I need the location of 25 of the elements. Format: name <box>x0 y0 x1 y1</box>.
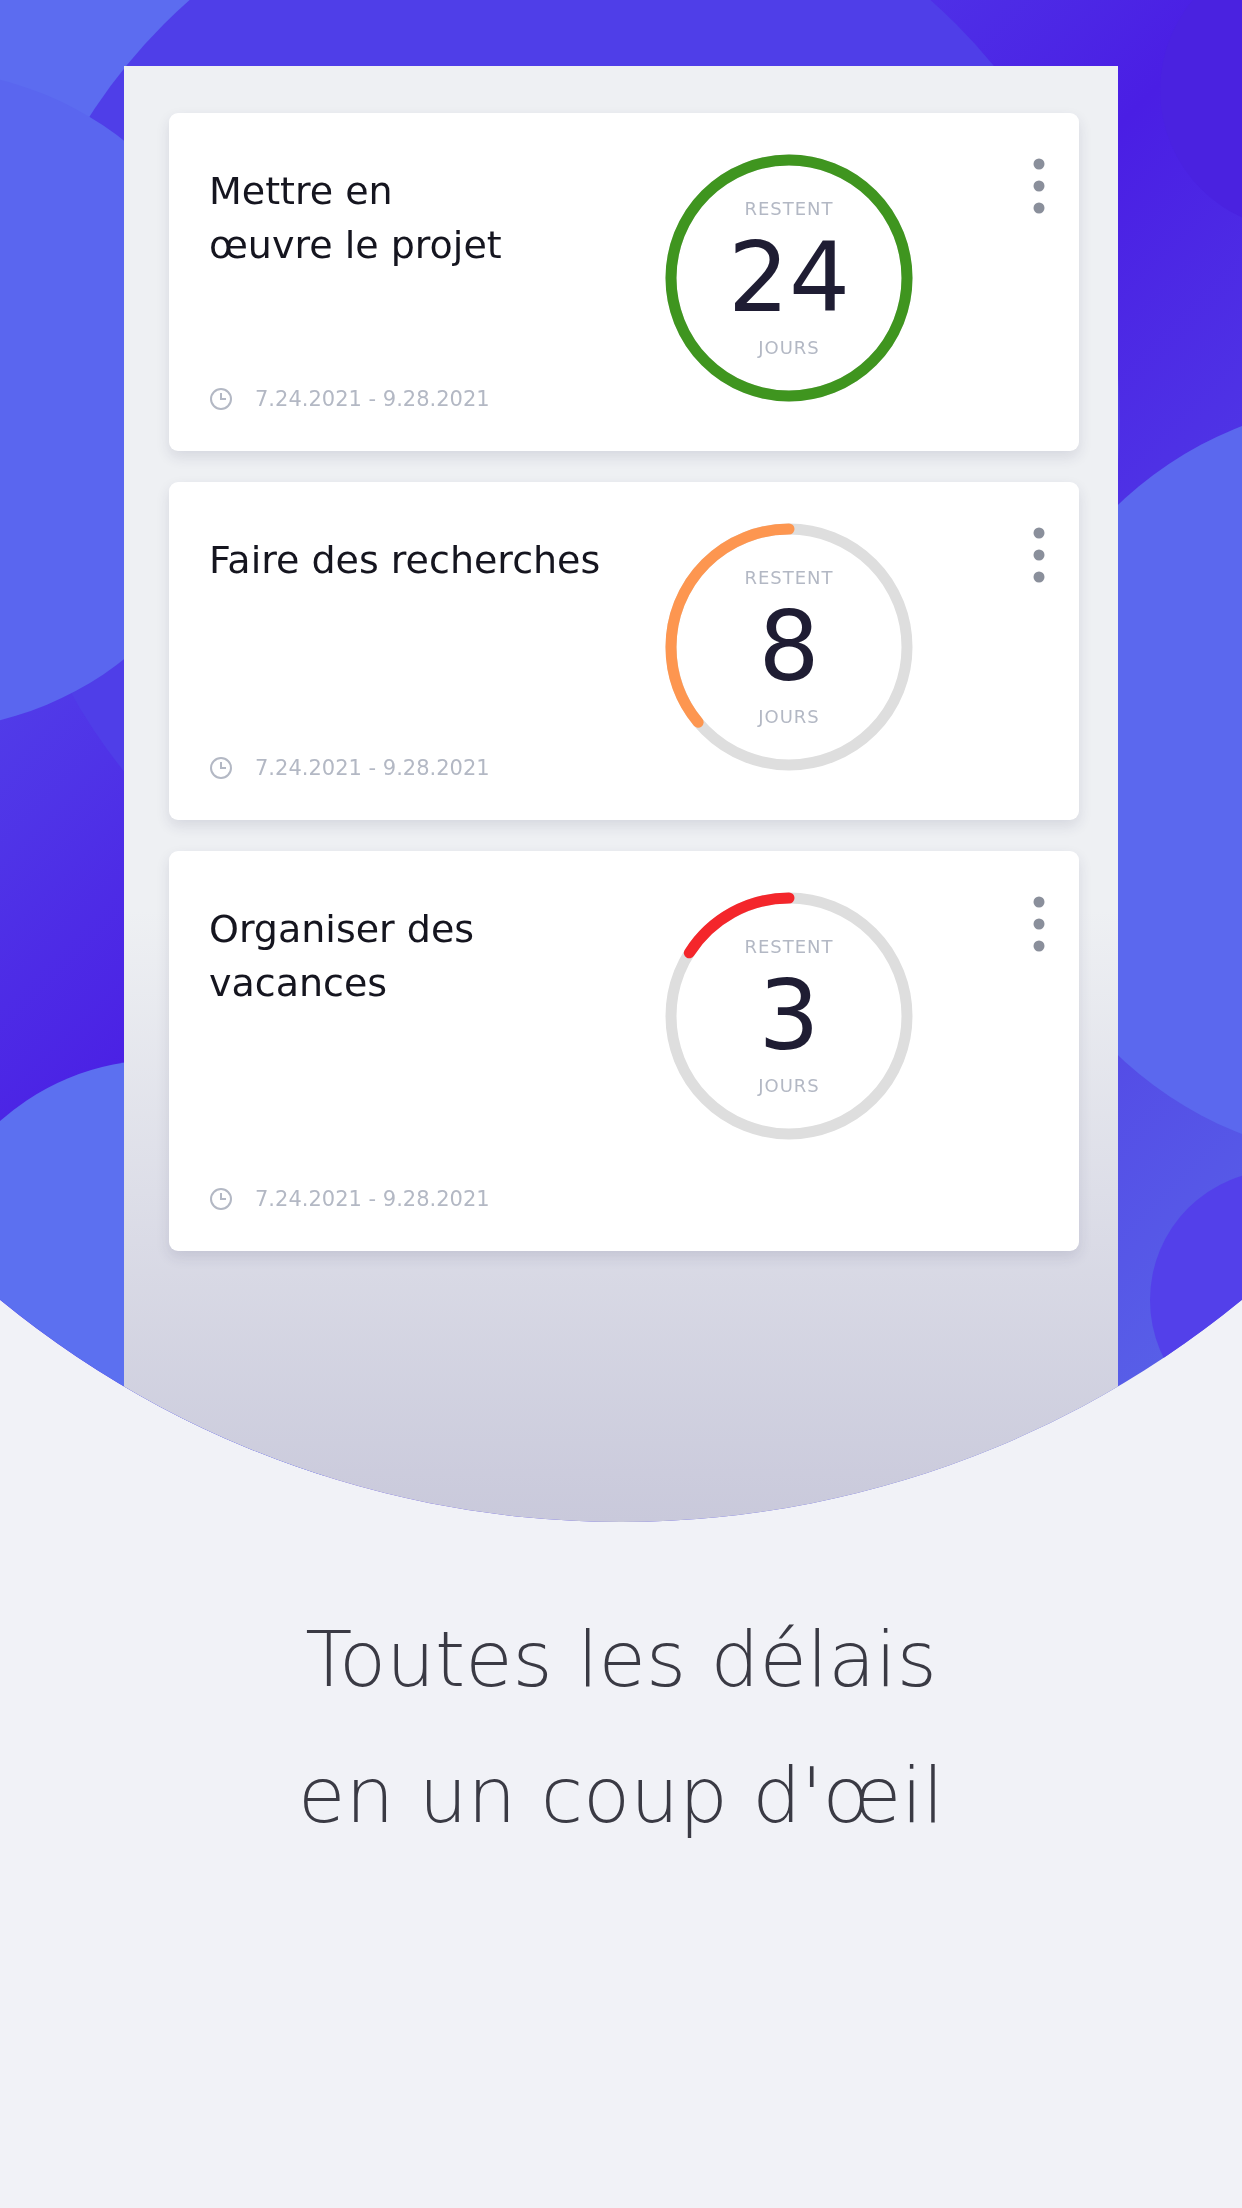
date-range: 7.24.2021 - 9.28.2021 <box>255 756 490 780</box>
task-card[interactable]: Mettre en œuvre le projet 7.24.2021 - 9.28.2021 RESTENT 24 JOURS <box>169 113 1079 451</box>
caption: Toutes les délais en un coup d'œil <box>297 1614 945 1842</box>
task-title: Faire des recherches <box>209 537 602 584</box>
remaining-label: RESTENT <box>744 198 834 219</box>
task-card[interactable]: Organiser des vacances 7.24.2021 - 9.28.2021 RESTENT 3 JOURS <box>169 851 1079 1251</box>
days-count: 8 <box>758 590 820 705</box>
days-count: 3 <box>758 959 820 1074</box>
task-title: Organiser des vacances <box>209 906 476 1007</box>
more-icon[interactable] <box>1033 896 1045 952</box>
more-icon[interactable] <box>1033 158 1045 214</box>
date-range: 7.24.2021 - 9.28.2021 <box>255 1187 490 1211</box>
task-card[interactable]: Faire des recherches 7.24.2021 - 9.28.2021 RESTENT 8 JOURS <box>169 482 1079 820</box>
clock-icon <box>209 756 233 780</box>
days-count: 24 <box>727 221 851 336</box>
days-label: JOURS <box>758 1075 820 1096</box>
days-label: JOURS <box>758 337 820 358</box>
more-icon[interactable] <box>1033 527 1045 583</box>
remaining-label: RESTENT <box>744 567 834 588</box>
remaining-label: RESTENT <box>744 936 834 957</box>
days-label: JOURS <box>758 706 820 727</box>
date-range: 7.24.2021 - 9.28.2021 <box>255 387 490 411</box>
clock-icon <box>209 387 233 411</box>
clock-icon <box>209 1187 233 1211</box>
task-title: Mettre en œuvre le projet <box>209 168 503 269</box>
